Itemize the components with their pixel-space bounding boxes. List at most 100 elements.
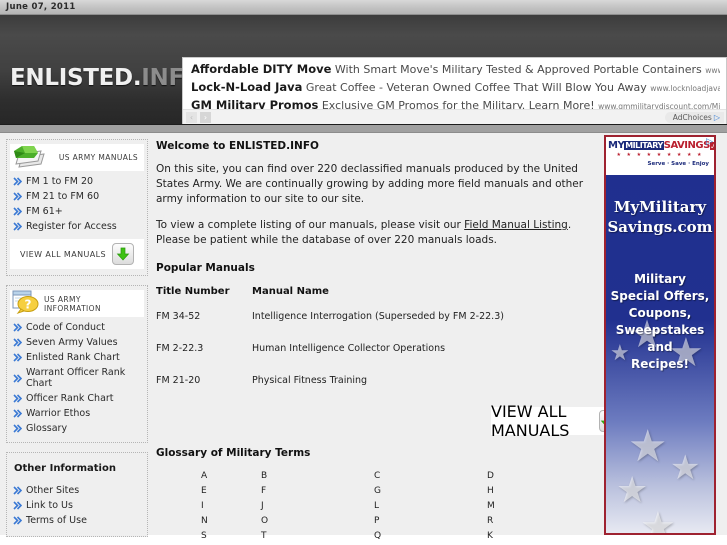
sidebar-item-label: Seven Army Values xyxy=(26,337,118,348)
ad-title: MyMilitary Savings.com xyxy=(606,197,714,237)
glossary-letter[interactable]: J xyxy=(261,501,374,511)
sidebar-item-seven-army-values[interactable]: Seven Army Values xyxy=(10,335,144,350)
sidebar-item-fm1-20[interactable]: FM 1 to FM 20 xyxy=(10,174,144,189)
sidebar-item-label: Code of Conduct xyxy=(26,322,105,333)
chevron-double-right-icon xyxy=(13,486,23,495)
sidebar-item-glossary[interactable]: Glossary xyxy=(10,421,144,436)
glossary-letter[interactable]: D xyxy=(487,471,592,481)
glossary-letter-grid: A B C D E F G H I J L M N O P R S T Q K … xyxy=(201,471,600,545)
glossary-letter[interactable]: E xyxy=(201,486,261,496)
glossary-letter[interactable]: N xyxy=(201,516,261,526)
sidebar-item-label: FM 1 to FM 20 xyxy=(26,176,94,187)
glossary-letter[interactable]: A xyxy=(201,471,261,481)
intro-paragraph-1: On this site, you can find over 220 decl… xyxy=(156,163,584,205)
sidebar-item-label: Enlisted Rank Chart xyxy=(26,352,120,363)
ad-body-line1: Military xyxy=(634,272,686,286)
logo-primary: ENLISTED. xyxy=(10,65,142,91)
cell-title-number: FM 21-20 xyxy=(156,375,201,386)
glossary-letter[interactable]: O xyxy=(261,516,374,526)
glossary-letter[interactable]: C xyxy=(374,471,487,481)
sidebar-item-warrant-officer-rank-chart[interactable]: Warrant Officer Rank Chart xyxy=(10,365,144,391)
ad-body-line3: Coupons, xyxy=(628,306,692,320)
glossary-letter[interactable]: F xyxy=(261,486,374,496)
sidebar-item-label: Glossary xyxy=(26,423,68,434)
ad-title: Lock-N-Load Java xyxy=(191,80,303,94)
panel-header-label: Other Information xyxy=(14,463,116,474)
chevron-double-right-icon xyxy=(13,353,23,362)
glossary-letter[interactable]: G xyxy=(374,486,487,496)
view-all-label: VIEW ALL MANUALS xyxy=(491,402,570,440)
glossary-letter[interactable]: T xyxy=(261,531,374,541)
adchoices-button[interactable]: AdChoices ▷ xyxy=(664,111,724,123)
ad-logo-my: MY xyxy=(608,140,625,151)
page-title: Welcome to ENLISTED.INFO xyxy=(156,140,319,152)
ad-title: Affordable DITY Move xyxy=(191,62,332,76)
table-row[interactable]: FM 34-52 Intelligence Interrogation (Sup… xyxy=(156,311,608,343)
intro-paragraph-2: To view a complete listing of our manual… xyxy=(156,218,600,248)
glossary-letter[interactable]: P xyxy=(374,516,487,526)
glossary-letter[interactable]: L xyxy=(374,501,487,511)
sidebar-item-warrior-ethos[interactable]: Warrior Ethos xyxy=(10,406,144,421)
header-separator xyxy=(0,125,727,133)
cell-manual-name: Human Intelligence Collector Operations xyxy=(252,343,446,354)
ad-logo-savings: SAVINGS xyxy=(663,140,711,151)
star-row-icon: ★ ★ ★ ★ ★ ★ ★ ★ ★ xyxy=(616,152,704,158)
ad-logo: MYMILITARYSAVINGS.COM xyxy=(608,140,714,152)
ad-next-icon[interactable]: › xyxy=(200,111,211,123)
download-arrow-icon xyxy=(111,243,134,265)
ad-item[interactable]: Affordable DITY Move With Smart Move's M… xyxy=(191,61,720,79)
ad-item[interactable]: Lock-N-Load Java Great Coffee - Veteran … xyxy=(191,79,720,97)
ad-title-line2: Savings.com xyxy=(607,218,713,236)
adchoices-triangle-icon[interactable]: ▷ xyxy=(706,137,713,147)
chevron-double-right-icon xyxy=(13,222,23,231)
chevron-double-right-icon xyxy=(13,207,23,216)
panel-header-label: US ARMY INFORMATION xyxy=(44,294,101,313)
ad-description: Great Coffee - Veteran Owned Coffee That… xyxy=(305,81,647,94)
adchoices-triangle-icon: ▷ xyxy=(713,112,720,122)
date-bar: June 07, 2011 xyxy=(0,0,727,15)
column-header-title-number: Title Number xyxy=(156,286,230,297)
chevron-double-right-icon xyxy=(13,323,23,332)
glossary-letter[interactable]: S xyxy=(201,531,261,541)
sidebar-item-enlisted-rank-chart[interactable]: Enlisted Rank Chart xyxy=(10,350,144,365)
chevron-double-right-icon xyxy=(13,424,23,433)
chevron-double-right-icon xyxy=(13,177,23,186)
glossary-letter[interactable]: I xyxy=(201,501,261,511)
glossary-letter[interactable]: Q xyxy=(374,531,487,541)
star-icon: ★ xyxy=(670,448,701,488)
main-view-all-manuals-button[interactable]: VIEW ALL MANUALS xyxy=(491,402,615,440)
glossary-letter[interactable]: H xyxy=(487,486,592,496)
sidebar-item-officer-rank-chart[interactable]: Officer Rank Chart xyxy=(10,391,144,406)
ad-body-line2: Special Offers, xyxy=(610,289,710,303)
sidebar-item-label: Warrant Officer Rank Chart xyxy=(26,367,126,389)
glossary-letter[interactable]: R xyxy=(487,516,592,526)
sidebar-item-fm21-60[interactable]: FM 21 to FM 60 xyxy=(10,189,144,204)
glossary-heading: Glossary of Military Terms xyxy=(156,447,311,459)
sidebar-item-link-to-us[interactable]: Link to Us xyxy=(10,498,144,513)
paragraph2-before: To view a complete listing of our manual… xyxy=(156,219,465,231)
cell-title-number: FM 2-22.3 xyxy=(156,343,204,354)
sidebar-item-register[interactable]: Register for Access xyxy=(10,219,144,234)
panel-header-label: US ARMY MANUALS xyxy=(58,153,138,162)
table-row[interactable]: FM 2-22.3 Human Intelligence Collector O… xyxy=(156,343,608,375)
ad-footer: ‹ › AdChoices ▷ xyxy=(183,109,726,124)
field-manual-listing-link[interactable]: Field Manual Listing xyxy=(464,219,568,231)
chevron-double-right-icon xyxy=(13,516,23,525)
glossary-letter[interactable]: B xyxy=(261,471,374,481)
star-icon: ★ xyxy=(628,421,668,472)
sidebar-item-code-of-conduct[interactable]: Code of Conduct xyxy=(10,320,144,335)
site-logo[interactable]: ENLISTED.INFO xyxy=(10,67,203,90)
glossary-letter[interactable]: K xyxy=(487,531,592,541)
skyscraper-ad[interactable]: ▷ MYMILITARYSAVINGS.COM ★ ★ ★ ★ ★ ★ ★ ★ … xyxy=(604,135,716,535)
ad-prev-icon[interactable]: ‹ xyxy=(186,111,197,123)
ad-url: www.locknloadjava.com xyxy=(650,84,720,93)
sidebar-item-terms-of-use[interactable]: Terms of Use xyxy=(10,513,144,528)
sidebar-item-other-sites[interactable]: Other Sites xyxy=(10,483,144,498)
table-header-row: Title Number Manual Name xyxy=(156,286,608,311)
ad-title-line1: MyMilitary xyxy=(613,198,707,216)
sidebar-view-all-manuals-button[interactable]: VIEW ALL MANUALS xyxy=(10,239,144,269)
page-body: US ARMY MANUALS FM 1 to FM 20 FM 21 to F… xyxy=(0,133,727,541)
glossary-letter[interactable]: M xyxy=(487,501,592,511)
current-date: June 07, 2011 xyxy=(6,2,76,12)
sidebar-item-fm61plus[interactable]: FM 61+ xyxy=(10,204,144,219)
